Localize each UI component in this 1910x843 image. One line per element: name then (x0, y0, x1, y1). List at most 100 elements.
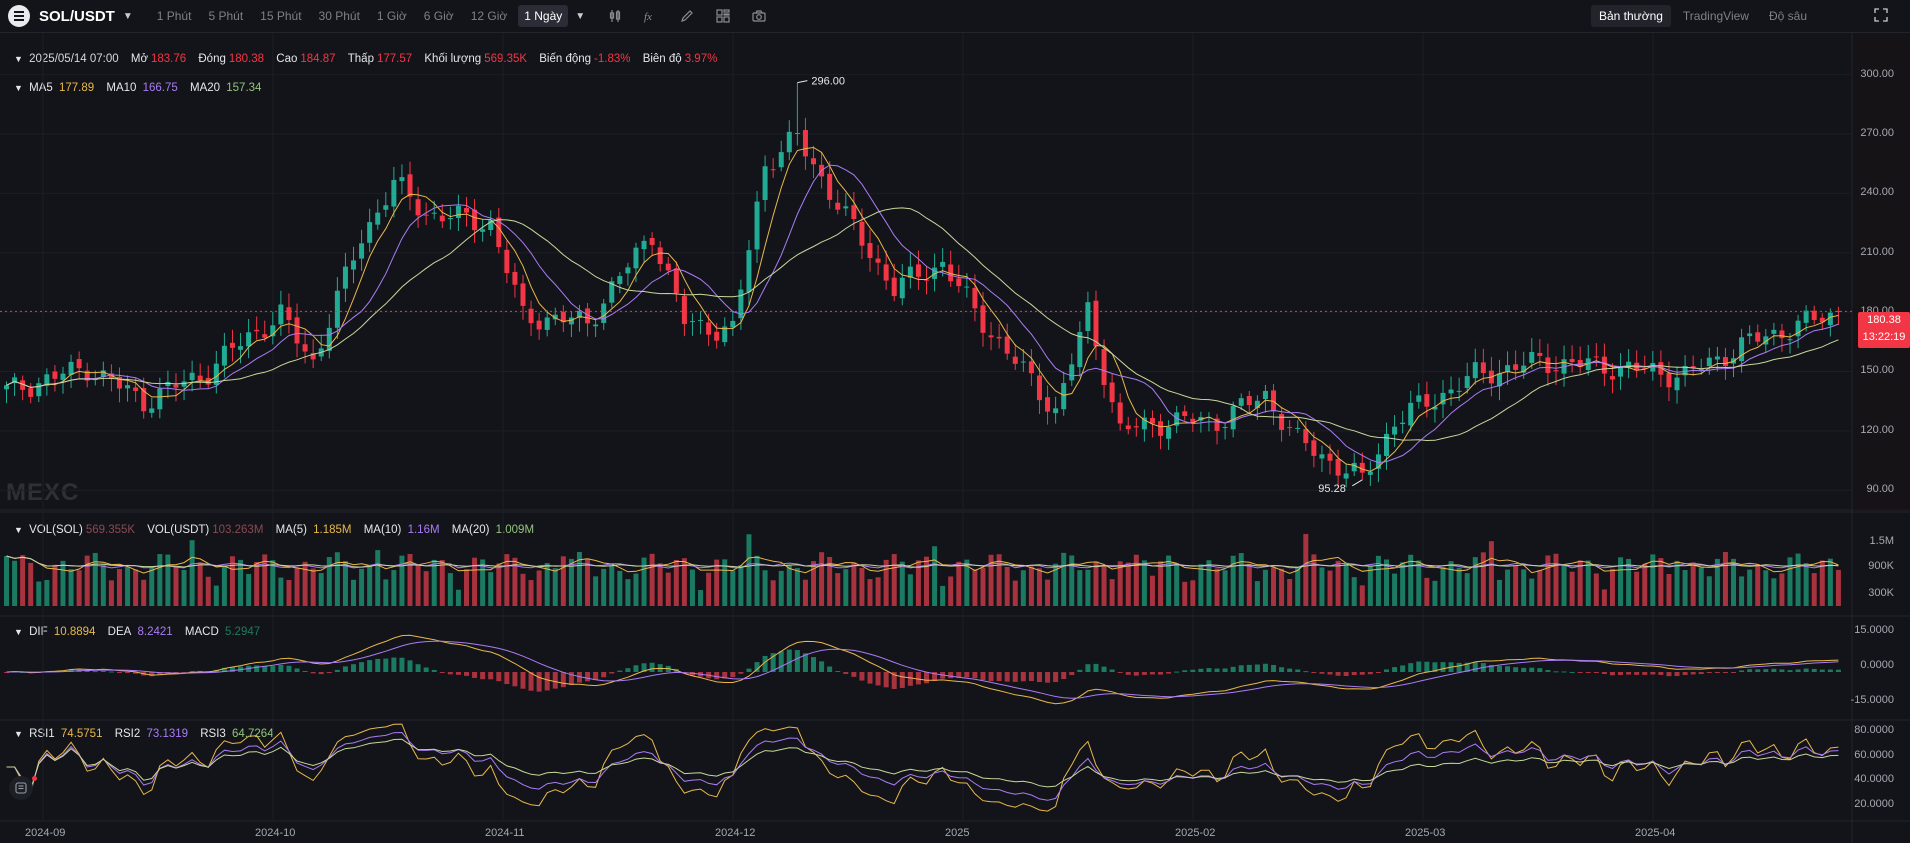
interval-option[interactable]: 1 Giờ (371, 5, 413, 27)
view-option[interactable]: Độ sâu (1761, 5, 1815, 27)
interval-option[interactable]: 15 Phút (254, 5, 307, 27)
candle-body (932, 267, 938, 279)
candle-body (1585, 358, 1591, 371)
interval-option[interactable]: 1 Phút (151, 5, 198, 27)
candle-body (221, 345, 227, 366)
candle-body (1222, 427, 1228, 429)
macd-tick: 0.0000 (1860, 659, 1894, 671)
volume-bar (1311, 554, 1317, 606)
volume-bar (1795, 553, 1801, 606)
macd-histogram-bar (762, 655, 768, 672)
interval-option[interactable]: 5 Phút (202, 5, 249, 27)
candle-body (617, 276, 623, 284)
volume-bar (1674, 560, 1680, 606)
vol-ma20-value: 1.009M (495, 524, 535, 536)
dea-line (6, 640, 1839, 699)
ma5-label: MA5 (29, 82, 53, 94)
candle-body (125, 385, 131, 389)
collapse-chevron-icon[interactable]: ▼ (14, 525, 23, 535)
candle-body (1287, 427, 1293, 429)
interval-option[interactable]: 1 Ngày (518, 5, 569, 27)
candle-body (1053, 408, 1059, 414)
draw-pencil-icon[interactable] (676, 5, 698, 27)
candle-body (1230, 405, 1236, 430)
volume-bar (310, 568, 316, 606)
collapse-chevron-icon[interactable]: ▼ (14, 83, 23, 93)
camera-icon[interactable] (748, 5, 770, 27)
volume-bar (1198, 564, 1204, 606)
chevron-down-icon[interactable]: ▼ (123, 11, 133, 22)
candle-body (464, 208, 469, 213)
fullscreen-icon[interactable] (1874, 8, 1888, 25)
macd-histogram-bar (262, 666, 268, 672)
candle-body (649, 237, 655, 245)
candle-type-icon[interactable] (604, 5, 626, 27)
collapse-chevron-icon[interactable]: ▼ (14, 54, 23, 64)
volume-bar (1020, 570, 1026, 606)
macd-histogram-bar (1053, 672, 1059, 683)
interval-option[interactable]: 6 Giờ (418, 5, 460, 27)
volume-bar (270, 560, 276, 606)
volume-bar (1117, 561, 1123, 606)
macd-histogram-bar (197, 670, 203, 672)
candle-body (1690, 366, 1696, 369)
volume-bar (1472, 557, 1478, 606)
macd-histogram-bar (1440, 662, 1446, 672)
volume-bar (1448, 561, 1454, 606)
candle-body (915, 264, 921, 277)
candle-body (924, 279, 929, 281)
indicator-fx-icon[interactable]: fx (640, 5, 662, 27)
view-option[interactable]: Bản thường (1590, 5, 1671, 27)
macd-histogram-bar (770, 653, 776, 672)
macd-histogram-bar (391, 657, 397, 672)
volume-bar (972, 569, 978, 606)
collapse-chevron-icon[interactable]: ▼ (14, 627, 23, 637)
volume-bar (762, 570, 768, 606)
candle-body (520, 283, 526, 306)
macd-histogram-bar (133, 672, 139, 674)
interval-option[interactable]: 30 Phút (313, 5, 366, 27)
macd-histogram-bar (149, 672, 155, 677)
volume-bar (1125, 562, 1131, 606)
candle-body (964, 286, 970, 288)
macd-histogram-bar (4, 672, 9, 673)
notification-dot (32, 776, 37, 781)
macd-histogram-bar (1012, 672, 1018, 682)
candle-body (383, 205, 389, 210)
candle-body (44, 374, 50, 386)
collapse-chevron-icon[interactable]: ▼ (14, 729, 23, 739)
candle-body (1682, 366, 1688, 376)
volume-bar (1513, 565, 1519, 606)
settings-list-icon[interactable] (9, 776, 33, 800)
macd-histogram-bar (52, 671, 58, 673)
change-value: -1.83% (594, 53, 631, 65)
macd-histogram-bar (899, 672, 905, 688)
interval-option[interactable]: 12 Giờ (465, 5, 514, 27)
volume-bar (617, 570, 623, 606)
macd-histogram-bar (1561, 671, 1567, 673)
volume-bar (698, 590, 704, 606)
candle-body (778, 152, 784, 168)
macd-histogram-bar (1585, 672, 1591, 673)
layout-grid-icon[interactable] (712, 5, 734, 27)
rsi3-label: RSI3 (200, 728, 226, 740)
volume-bar (940, 585, 946, 606)
price-chart[interactable]: 296.00 95.28 (0, 0, 1910, 843)
volume-bar (1295, 566, 1301, 606)
interval-chevron-down-icon[interactable]: ▼ (575, 11, 585, 22)
candle-body (1505, 365, 1511, 373)
candle-body (496, 217, 502, 248)
candle-body (1375, 454, 1381, 469)
macd-histogram-bar (464, 672, 469, 676)
symbol-selector[interactable]: SOL/USDT (39, 8, 115, 25)
candle-body (1827, 312, 1833, 326)
macd-histogram-bar (205, 671, 211, 673)
macd-histogram-bar (1166, 672, 1172, 674)
view-option[interactable]: TradingView (1675, 5, 1757, 27)
macd-histogram-bar (302, 671, 308, 673)
volume-bar (447, 573, 453, 606)
volume-bar (1739, 576, 1745, 606)
vol-usdt-value: 103.263M (212, 524, 264, 536)
candle-body (431, 212, 437, 214)
high-label: Cao (276, 53, 298, 65)
